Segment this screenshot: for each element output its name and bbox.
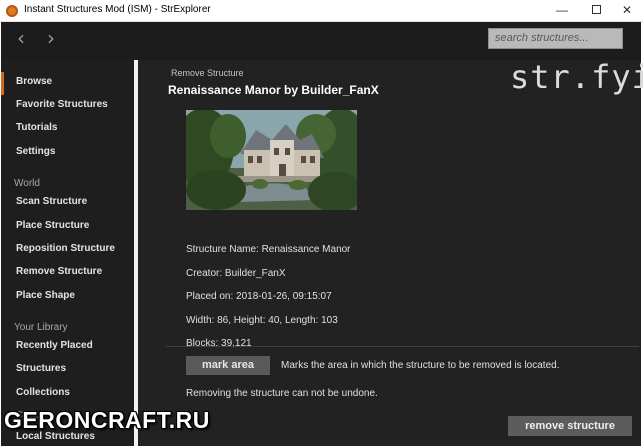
sidebar-item-place-structure[interactable]: Place Structure (16, 220, 89, 231)
active-item-indicator (1, 72, 4, 95)
creator-label: Creator: Builder_FanX (186, 268, 286, 279)
structure-name-label: Structure Name: Renaissance Manor (186, 244, 351, 255)
sidebar-item-tutorials[interactable]: Tutorials (16, 122, 57, 133)
sidebar-heading-library: Your Library (14, 322, 68, 333)
sidebar-item-recently-placed[interactable]: Recently Placed (16, 340, 93, 351)
placed-on-label: Placed on: 2018-01-26, 09:15:07 (186, 291, 332, 302)
watermark-text: GERONCRAFT.RU (4, 407, 210, 433)
mark-area-hint: Marks the area in which the structure to… (281, 360, 560, 371)
section-divider (166, 346, 639, 347)
minimize-button[interactable]: — (546, 0, 578, 22)
window-title: Instant Structures Mod (ISM) - StrExplor… (24, 4, 211, 15)
sidebar-item-remove-structure[interactable]: Remove Structure (16, 266, 102, 277)
site-logo: str.fyi/ (510, 58, 643, 96)
close-button[interactable]: ✕ (611, 0, 643, 22)
main-panel: Remove Structure Renaissance Manor by Bu… (138, 58, 643, 446)
sidebar-item-settings[interactable]: Settings (16, 146, 55, 157)
sidebar-item-structures[interactable]: Structures (16, 363, 66, 374)
forward-arrow-icon[interactable]: › (41, 28, 61, 49)
search-input[interactable]: search structures... (488, 28, 623, 49)
top-bar: ‹ › search structures... (1, 22, 641, 60)
breadcrumb: Remove Structure (171, 68, 244, 78)
blocks-label: Blocks: 39,121 (186, 338, 252, 349)
sidebar-item-favorite-structures[interactable]: Favorite Structures (16, 99, 108, 110)
remove-structure-button[interactable]: remove structure (508, 416, 632, 436)
dimensions-label: Width: 86, Height: 40, Length: 103 (186, 315, 338, 326)
sidebar: Browse Favorite Structures Tutorials Set… (1, 60, 134, 446)
structure-preview-image (186, 110, 357, 210)
sidebar-item-browse[interactable]: Browse (16, 76, 52, 87)
window-titlebar: Instant Structures Mod (ISM) - StrExplor… (0, 0, 643, 22)
back-arrow-icon[interactable]: ‹ (11, 28, 31, 49)
app-window: ‹ › search structures... Browse Favorite… (1, 22, 643, 446)
sidebar-item-reposition-structure[interactable]: Reposition Structure (16, 243, 115, 254)
maximize-icon (591, 5, 601, 14)
app-icon (6, 5, 18, 17)
maximize-button[interactable] (580, 0, 612, 22)
manor-preview-illustration (186, 110, 357, 210)
page-title: Renaissance Manor by Builder_FanX (168, 83, 379, 97)
sidebar-item-scan-structure[interactable]: Scan Structure (16, 196, 87, 207)
sidebar-item-place-shape[interactable]: Place Shape (16, 290, 75, 301)
sidebar-item-collections[interactable]: Collections (16, 387, 70, 398)
sidebar-heading-world: World (14, 178, 40, 189)
mark-area-button[interactable]: mark area (186, 356, 270, 375)
undo-warning: Removing the structure can not be undone… (186, 388, 378, 399)
